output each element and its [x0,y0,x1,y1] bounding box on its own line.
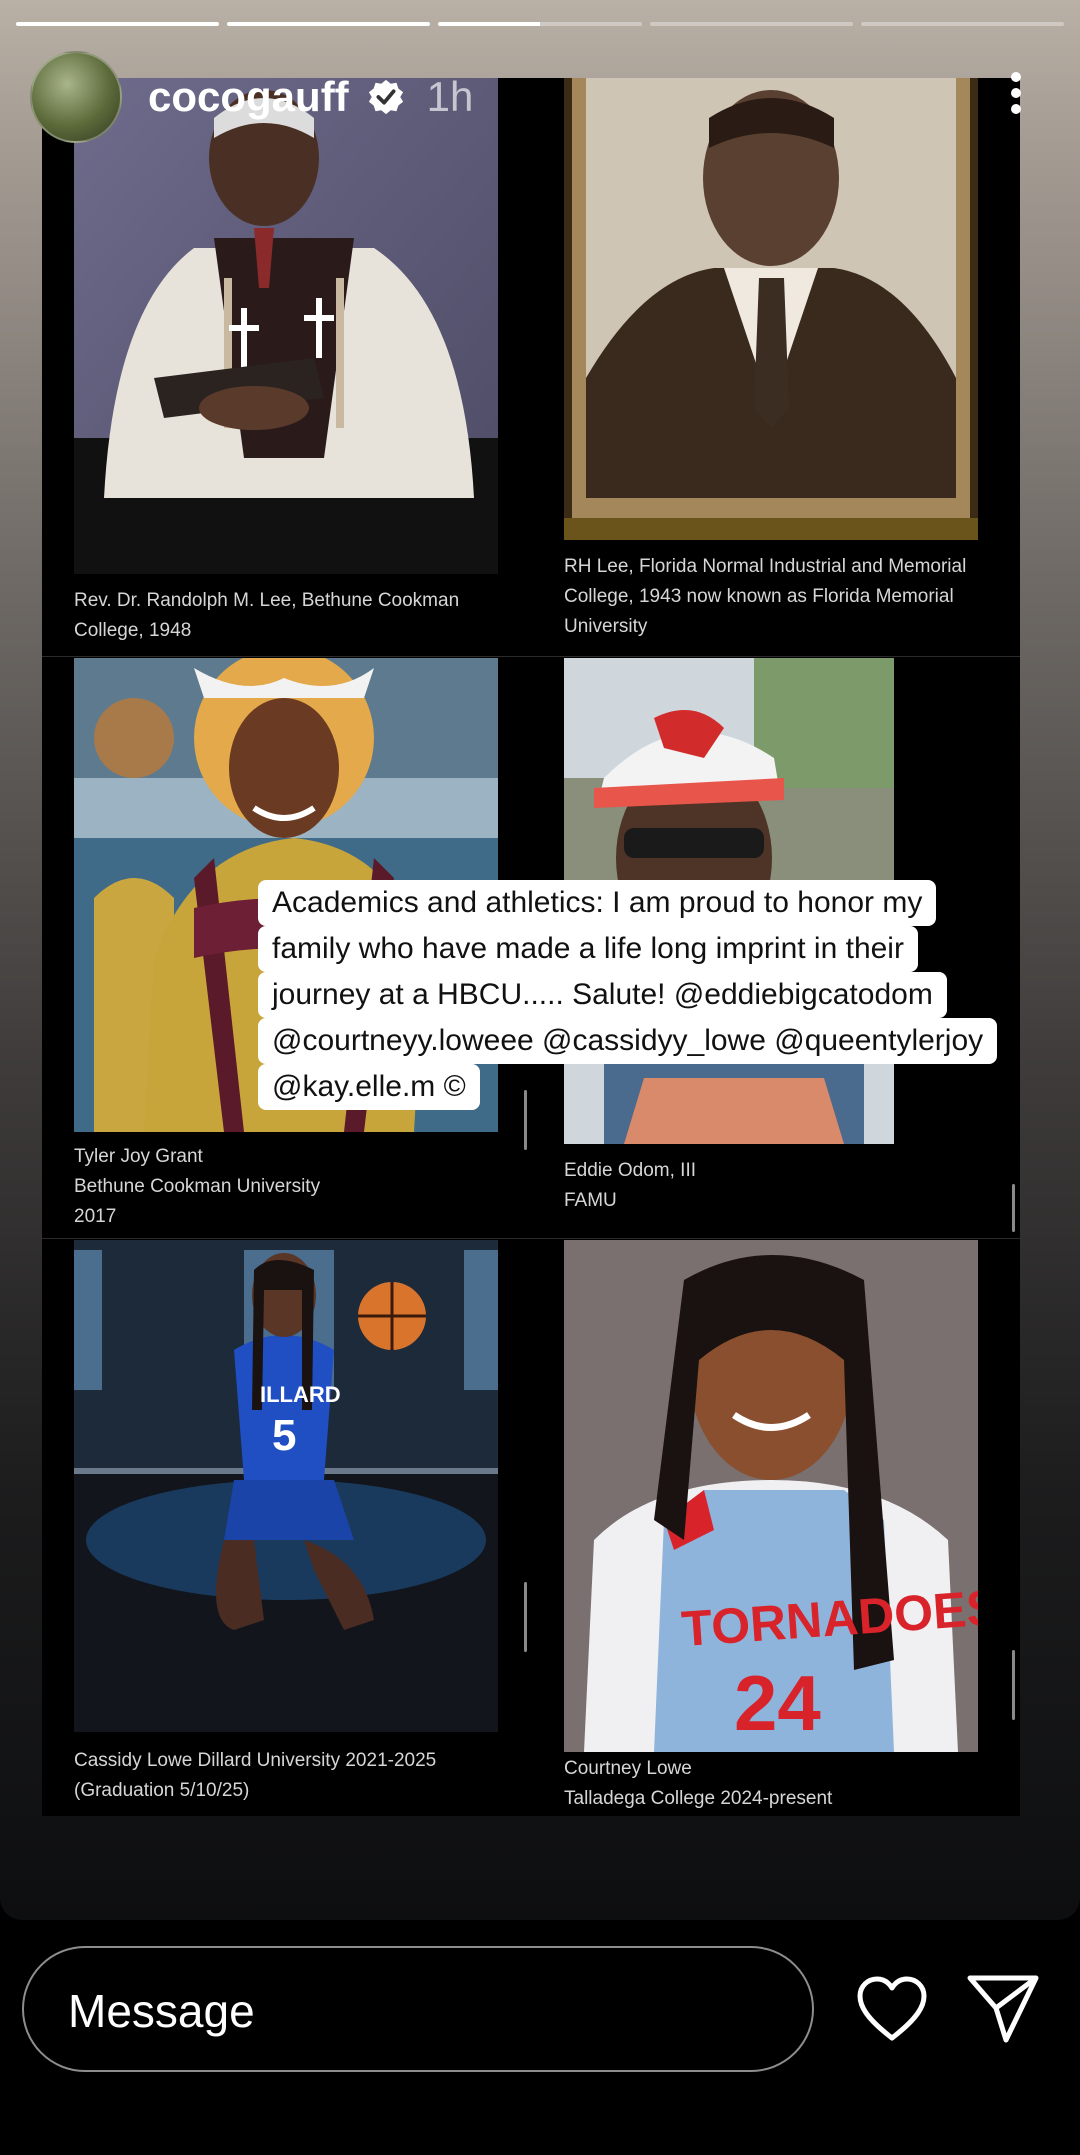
post-time: 1h [426,73,474,120]
sticker-line: @kay.elle.m © [258,1064,480,1110]
sticker-line: Academics and athletics: I am proud to h… [258,880,937,926]
svg-text:ILLARD: ILLARD [260,1382,341,1407]
send-icon[interactable] [966,1972,1040,2044]
progress-segment [16,22,220,26]
username[interactable]: cocogauff [148,73,349,121]
scroll-indicator [1012,1184,1015,1232]
grid-divider [42,1238,1020,1239]
photo-randolph-lee [74,78,498,574]
progress-segment [227,22,431,26]
caption-eddie-odom: Eddie Odom, III FAMU [564,1160,697,1211]
progress-segment [860,22,1065,26]
story-text-sticker: Academics and athletics: I am proud to h… [258,880,998,1134]
photo-rh-lee [564,78,978,540]
scroll-indicator [1012,1650,1015,1720]
progress-segment [649,22,853,26]
caption-rh-lee: RH Lee, Florida Normal Industrial and Me… [564,556,967,637]
message-placeholder: Message [68,1985,255,2037]
sticker-line-mentions: @courtneyy.loweee @cassidyy_lowe @queent… [258,1018,998,1064]
message-input[interactable]: Message [22,1946,814,2072]
story-progress-bar [16,22,1065,26]
photo-courtney-lowe: TORNADOES 24 [564,1240,978,1752]
svg-text:5: 5 [272,1411,296,1460]
caption-courtney-lowe: Courtney Lowe Talladega College 2024-pre… [564,1758,833,1809]
caption-tyler-joy-grant: Tyler Joy Grant Bethune Cookman Universi… [74,1146,321,1227]
story-viewer[interactable]: Rev. Dr. Randolph M. Lee, Bethune Cookma… [0,0,1080,1920]
grid-divider [42,656,1020,657]
progress-segment-current [438,22,642,26]
svg-text:24: 24 [734,1659,821,1747]
avatar[interactable] [30,51,122,143]
story-header: cocogauff 1h [30,51,474,143]
caption-randolph-lee: Rev. Dr. Randolph M. Lee, Bethune Cookma… [74,590,460,641]
sticker-line: journey at a HBCU..... Salute! @eddiebig… [258,972,947,1018]
sticker-line: family who have made a life long imprint… [258,926,918,972]
scroll-indicator [524,1582,527,1652]
verified-badge-icon [368,79,403,115]
more-options-icon[interactable] [1010,72,1022,116]
heart-icon[interactable] [856,1976,928,2042]
caption-cassidy-lowe: Cassidy Lowe Dillard University 2021-202… [74,1750,437,1801]
photo-cassidy-lowe: ILLARD 5 [74,1240,498,1732]
